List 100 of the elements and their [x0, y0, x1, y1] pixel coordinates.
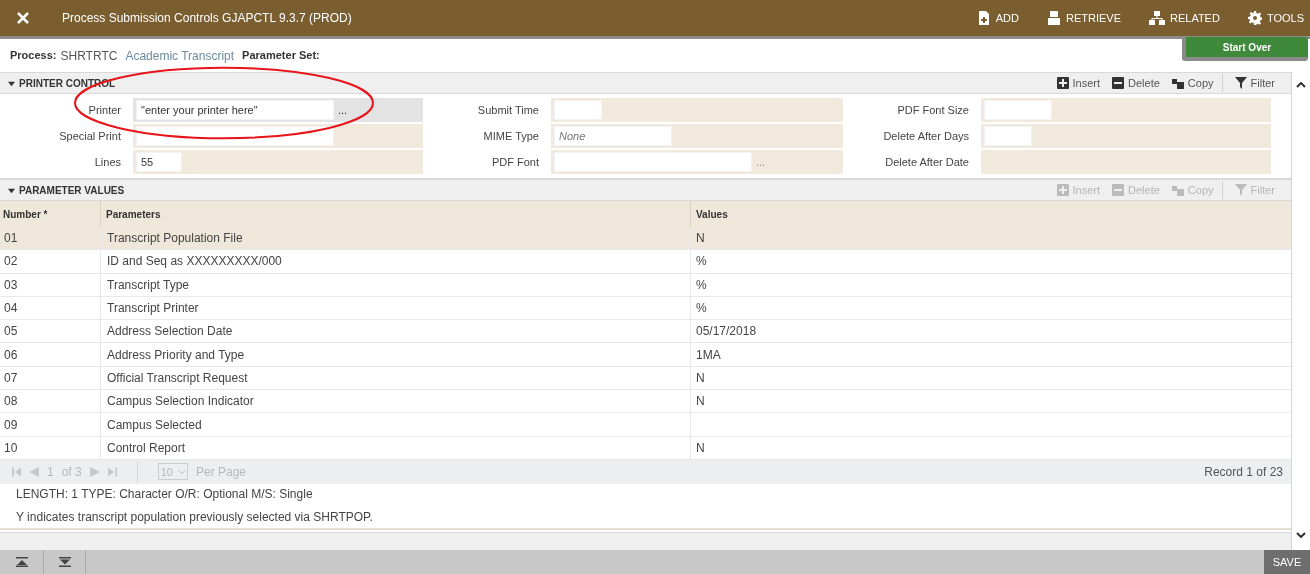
table-cell: %	[690, 296, 1291, 320]
table-cell-text: 05	[3, 323, 19, 341]
text-field[interactable]	[984, 126, 1032, 146]
field-label: PDF Font Size	[896, 102, 970, 118]
filter-button[interactable]: Filter	[1234, 74, 1275, 92]
table-cell-text: 06	[3, 346, 19, 364]
table-cell-text: 08	[3, 393, 19, 411]
table-cell-text: 02	[3, 253, 19, 271]
document-plus-icon	[976, 11, 991, 25]
process-label: Process:	[10, 48, 57, 64]
chevron-down-icon	[176, 467, 187, 476]
table-cell: Campus Selected	[100, 413, 690, 436]
info-text: LENGTH: 1 TYPE: Character O/R: Optional M/S: Single	[16, 486, 314, 504]
table-row[interactable]: 03 Transcript Type %	[0, 273, 1291, 297]
start-over-button[interactable]: Start Over	[1182, 37, 1308, 61]
chevron-down-icon[interactable]	[1296, 532, 1306, 538]
text-field[interactable]	[136, 126, 334, 146]
copy-icon	[1171, 184, 1184, 196]
plus-icon	[1056, 77, 1069, 89]
first-page-icon[interactable]	[12, 466, 21, 477]
lookup-button[interactable]: ...	[338, 101, 348, 119]
table-cell: N	[690, 227, 1291, 250]
table-cell: 05/17/2018	[690, 320, 1291, 343]
table-cell: Transcript Type	[100, 273, 690, 296]
text-field[interactable]: "enter your printer here"	[136, 100, 334, 120]
caret-icon	[8, 79, 15, 87]
chevron-up-icon[interactable]	[1296, 82, 1306, 88]
field-label: Printer	[87, 102, 122, 118]
plus-icon	[1056, 184, 1069, 196]
table-cell: %	[690, 250, 1291, 273]
table-row[interactable]: 04 Transcript Printer %	[0, 296, 1291, 321]
column-header[interactable]: Number *	[0, 201, 100, 227]
table-cell: Campus Selection Indicator	[100, 390, 690, 413]
last-page-icon[interactable]	[107, 466, 117, 477]
table-cell: Transcript Population File	[100, 227, 690, 250]
document-stack-icon	[1046, 11, 1061, 25]
table-cell: ID and Seq as XXXXXXXXX/000	[100, 250, 690, 273]
save-button[interactable]: SAVE	[1264, 550, 1310, 574]
table-cell: 1MA	[690, 343, 1291, 366]
table-row[interactable]: 09 Campus Selected	[0, 413, 1291, 437]
field-label: Delete After Date	[884, 154, 970, 170]
table-row[interactable]: 02 ID and Seq as XXXXXXXXX/000 %	[0, 250, 1291, 274]
table-cell: Transcript Printer	[100, 296, 690, 320]
field-label: Delete After Days	[882, 128, 970, 144]
info-text: Y indicates transcript population previously selected via SHRTPOP.	[16, 509, 374, 527]
table-row[interactable]: 06 Address Priority and Type 1MA	[0, 343, 1291, 367]
caret-icon	[8, 186, 15, 194]
retrieve-button[interactable]: RETRIEVE	[1046, 9, 1121, 27]
field-label: PDF Font	[490, 154, 540, 170]
table-row[interactable]: 08 Campus Selection Indicator N	[0, 390, 1291, 414]
text-field[interactable]: 55	[136, 152, 182, 172]
filter-icon	[1234, 184, 1247, 196]
text-field[interactable]	[984, 100, 1052, 120]
insert-button[interactable]: Insert	[1056, 74, 1101, 92]
table-cell: Address Selection Date	[100, 320, 690, 343]
table-cell: Official Transcript Request	[100, 366, 690, 390]
table-cell-text: 07	[3, 369, 19, 387]
scroll-bottom-icon	[58, 557, 71, 567]
field-label: Lines	[93, 154, 122, 170]
table-row[interactable]: 10 Control Report N	[0, 436, 1291, 460]
field-label: MIME Type	[482, 128, 540, 144]
next-page-icon[interactable]	[89, 466, 100, 477]
table-cell: %	[690, 273, 1291, 296]
table-row[interactable]: 01 Transcript Population File N	[0, 227, 1291, 251]
table-row[interactable]: 07 Official Transcript Request N	[0, 366, 1291, 391]
minus-icon	[1112, 77, 1125, 89]
minus-icon	[1112, 184, 1125, 196]
copy-button[interactable]: Copy	[1171, 74, 1214, 92]
process-description: Academic Transcript	[125, 47, 235, 65]
delete-button[interactable]: Delete	[1112, 74, 1160, 92]
table-cell-text: 01	[3, 230, 19, 248]
scroll-top-icon	[15, 557, 28, 567]
field-label: Submit Time	[476, 102, 540, 118]
text-field[interactable]: None	[554, 126, 672, 146]
table-cell: Control Report	[100, 436, 690, 459]
table-cell-text: 03	[3, 276, 19, 294]
text-field[interactable]	[554, 152, 752, 172]
table-cell: N	[690, 366, 1291, 390]
add-button[interactable]: ADD	[976, 9, 1019, 27]
hierarchy-icon	[1149, 11, 1165, 25]
table-cell-text: 09	[3, 416, 19, 434]
table-cell: N	[690, 436, 1291, 459]
per-page-label: Per Page	[195, 463, 246, 481]
field-label: Special Print	[58, 128, 122, 144]
table-cell: Address Priority and Type	[100, 343, 690, 366]
section-toggle[interactable]: PARAMETER VALUES	[8, 182, 125, 198]
table-cell-text: 04	[3, 300, 19, 318]
table-row[interactable]: 05 Address Selection Date 05/17/2018	[0, 320, 1291, 344]
tools-button[interactable]: TOOLS	[1247, 9, 1304, 27]
related-button[interactable]: RELATED	[1149, 9, 1220, 27]
copy-icon	[1171, 77, 1184, 89]
previous-page-icon[interactable]	[29, 466, 39, 477]
record-count: Record 1 of 23	[1204, 463, 1283, 481]
filter-icon	[1234, 77, 1247, 89]
text-field[interactable]	[554, 100, 602, 120]
close-icon	[17, 12, 29, 24]
process-code: SHRTRTC	[60, 47, 118, 65]
parameter-set-label: Parameter Set:	[242, 48, 320, 64]
window-title: Process Submission Controls GJAPCTL 9.3.7 (PROD)	[62, 10, 352, 27]
table-cell-text: 10	[3, 439, 19, 457]
